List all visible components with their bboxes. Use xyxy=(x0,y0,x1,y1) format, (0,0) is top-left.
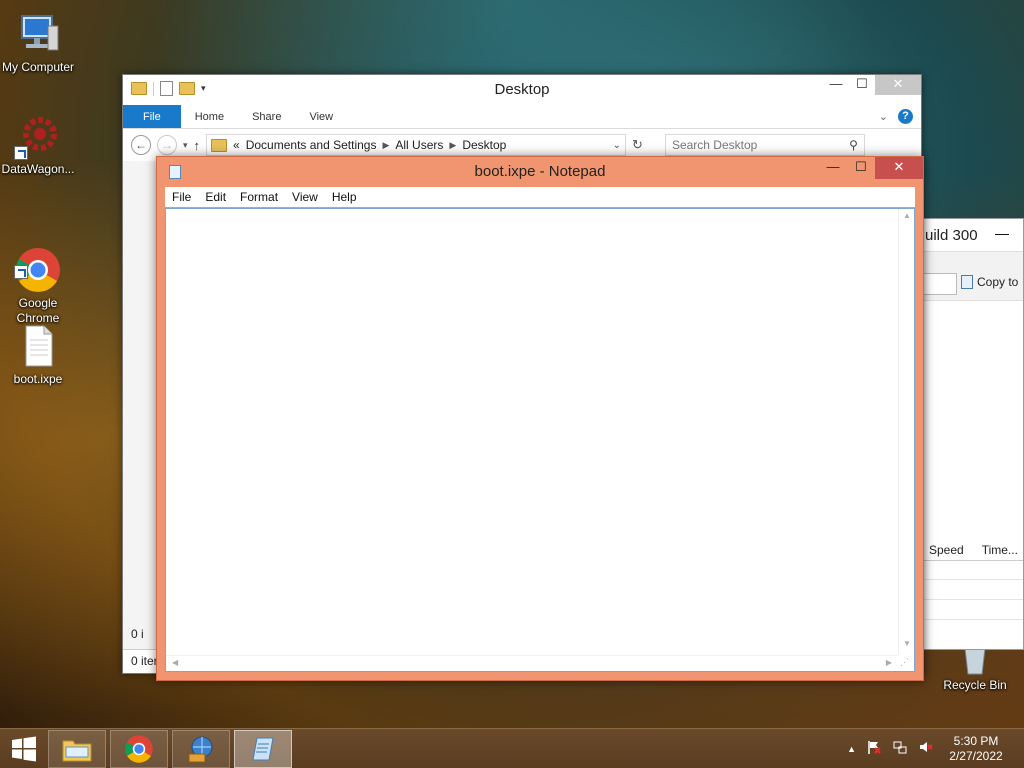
taskbar-network-app[interactable] xyxy=(172,729,230,768)
scroll-up-icon[interactable]: ▲ xyxy=(899,211,915,225)
up-arrow-icon[interactable]: ↑ xyxy=(194,138,201,153)
breadcrumb-overflow[interactable]: « xyxy=(233,138,240,152)
search-input[interactable]: Search Desktop ⚲ xyxy=(664,134,865,156)
minimize-button[interactable]: — xyxy=(823,75,849,95)
menu-view[interactable]: View xyxy=(285,187,325,207)
recent-locations-icon[interactable]: ▾ xyxy=(183,140,188,151)
chrome-icon xyxy=(14,231,62,292)
background-window[interactable]: uild 300 — Copy to Speed Time... xyxy=(922,218,1024,650)
tab-share[interactable]: Share xyxy=(238,105,295,128)
tab-home[interactable]: Home xyxy=(181,105,238,128)
windows-logo-icon xyxy=(12,736,36,761)
maximize-button[interactable]: ☐ xyxy=(849,75,875,95)
clock[interactable]: 5:30 PM 2/27/2022 xyxy=(944,734,1008,764)
folder-icon xyxy=(211,138,228,152)
gear-icon xyxy=(14,112,62,160)
status-item-count: 0 i xyxy=(131,627,144,641)
grid-line xyxy=(923,599,1023,600)
back-button[interactable]: ← xyxy=(131,135,151,155)
explorer-title: Desktop xyxy=(494,81,550,98)
text-file-icon xyxy=(14,322,62,370)
text-editor[interactable]: ▲ ▼ ◀ ▶ ⋰ xyxy=(165,208,915,672)
ribbon-right: ⌄ ? xyxy=(879,105,921,128)
search-placeholder: Search Desktop xyxy=(671,138,758,152)
path-input[interactable] xyxy=(923,273,957,295)
menu-help[interactable]: Help xyxy=(325,187,364,207)
breadcrumb-documents-and-settings[interactable]: Documents and Settings xyxy=(246,138,377,152)
notepad-icon xyxy=(252,737,274,760)
desktop-icon-datawagon[interactable]: DataWagon... xyxy=(0,112,78,177)
taskbar-file-explorer[interactable] xyxy=(48,729,106,768)
grid-line xyxy=(923,579,1023,580)
notepad-title: boot.ixpe - Notepad xyxy=(474,163,606,180)
chevron-right-icon[interactable]: ▶ xyxy=(382,140,389,151)
column-header-time[interactable]: Time... xyxy=(982,543,1018,560)
folder-icon xyxy=(62,740,92,761)
tab-file[interactable]: File xyxy=(123,105,181,128)
menu-file[interactable]: File xyxy=(165,187,198,207)
address-dropdown-icon[interactable]: ⌄ xyxy=(613,140,621,151)
show-hidden-icons-icon[interactable]: ▲ xyxy=(847,744,856,754)
refresh-icon[interactable]: ↻ xyxy=(632,137,643,153)
action-center-flag-icon[interactable] xyxy=(866,739,882,758)
copy-icon xyxy=(961,275,973,289)
start-button[interactable] xyxy=(0,729,48,768)
notepad-window[interactable]: boot.ixpe - Notepad — ☐ ✕ File Edit Form… xyxy=(156,156,924,681)
network-icon[interactable] xyxy=(892,739,908,758)
copy-to-button[interactable]: Copy to xyxy=(961,275,1018,289)
desktop-icon-label: Recycle Bin xyxy=(943,678,1007,692)
resize-grip-icon[interactable]: ⋰ xyxy=(900,657,912,669)
scroll-down-icon[interactable]: ▼ xyxy=(899,639,915,653)
ribbon-tabs: File Home Share View ⌄ ? xyxy=(123,105,921,129)
shortcut-arrow-icon xyxy=(14,146,28,160)
explorer-titlebar[interactable]: ▾ Desktop — ☐ ✕ xyxy=(123,75,921,105)
tab-view[interactable]: View xyxy=(295,105,347,128)
window-controls: — ☐ ✕ xyxy=(819,157,923,179)
desktop-icon-my-computer[interactable]: My Computer xyxy=(0,10,78,75)
taskbar: ▲ 5:30 PM 2/27/2022 xyxy=(0,728,1024,768)
forward-button[interactable]: → xyxy=(157,135,177,155)
breadcrumb-all-users[interactable]: All Users xyxy=(395,138,443,152)
help-icon[interactable]: ? xyxy=(898,109,913,124)
shortcut-arrow-icon xyxy=(14,265,28,279)
vertical-scrollbar[interactable]: ▲ ▼ xyxy=(898,209,914,655)
clock-date: 2/27/2022 xyxy=(949,748,1003,763)
volume-muted-icon[interactable] xyxy=(918,739,934,758)
scroll-left-icon[interactable]: ◀ xyxy=(172,658,178,667)
close-button[interactable]: ✕ xyxy=(875,157,923,179)
minimize-button[interactable]: — xyxy=(995,225,1009,241)
chrome-icon xyxy=(125,734,153,763)
clock-time: 5:30 PM xyxy=(953,733,999,748)
desktop-icon-boot-ixpe[interactable]: boot.ixpe xyxy=(0,322,78,387)
desktop-icon-label: boot.ixpe xyxy=(13,372,63,386)
grid-line xyxy=(923,619,1023,620)
menu-format[interactable]: Format xyxy=(233,187,285,207)
scroll-right-icon[interactable]: ▶ xyxy=(886,658,892,667)
address-bar[interactable]: « Documents and Settings ▶ All Users ▶ D… xyxy=(206,134,627,156)
system-tray: ▲ 5:30 PM 2/27/2022 xyxy=(847,734,1024,764)
menu-edit[interactable]: Edit xyxy=(198,187,233,207)
desktop-icon-label: DataWagon... xyxy=(1,162,75,176)
column-header-speed[interactable]: Speed xyxy=(929,543,964,560)
menu-bar: File Edit Format View Help xyxy=(165,187,915,207)
horizontal-scrollbar[interactable]: ◀ ▶ xyxy=(166,655,898,671)
taskbar-chrome[interactable] xyxy=(110,729,168,768)
computer-icon xyxy=(14,10,62,58)
expand-ribbon-icon[interactable]: ⌄ xyxy=(879,110,888,123)
search-icon: ⚲ xyxy=(849,138,858,152)
background-window-title: uild 300 xyxy=(925,227,978,244)
breadcrumb-desktop[interactable]: Desktop xyxy=(462,138,506,152)
close-button[interactable]: ✕ xyxy=(875,75,921,95)
chevron-right-icon[interactable]: ▶ xyxy=(449,140,456,151)
copy-to-label: Copy to xyxy=(977,275,1019,289)
column-headers: Speed Time... xyxy=(923,535,1023,561)
minimize-button[interactable]: — xyxy=(819,157,847,179)
window-controls: — ☐ ✕ xyxy=(823,75,921,95)
maximize-button[interactable]: ☐ xyxy=(847,157,875,179)
globe-network-icon xyxy=(188,736,213,762)
editor-content[interactable] xyxy=(170,211,894,651)
desktop-icon-label: My Computer xyxy=(1,60,75,74)
taskbar-notepad[interactable] xyxy=(234,729,292,768)
